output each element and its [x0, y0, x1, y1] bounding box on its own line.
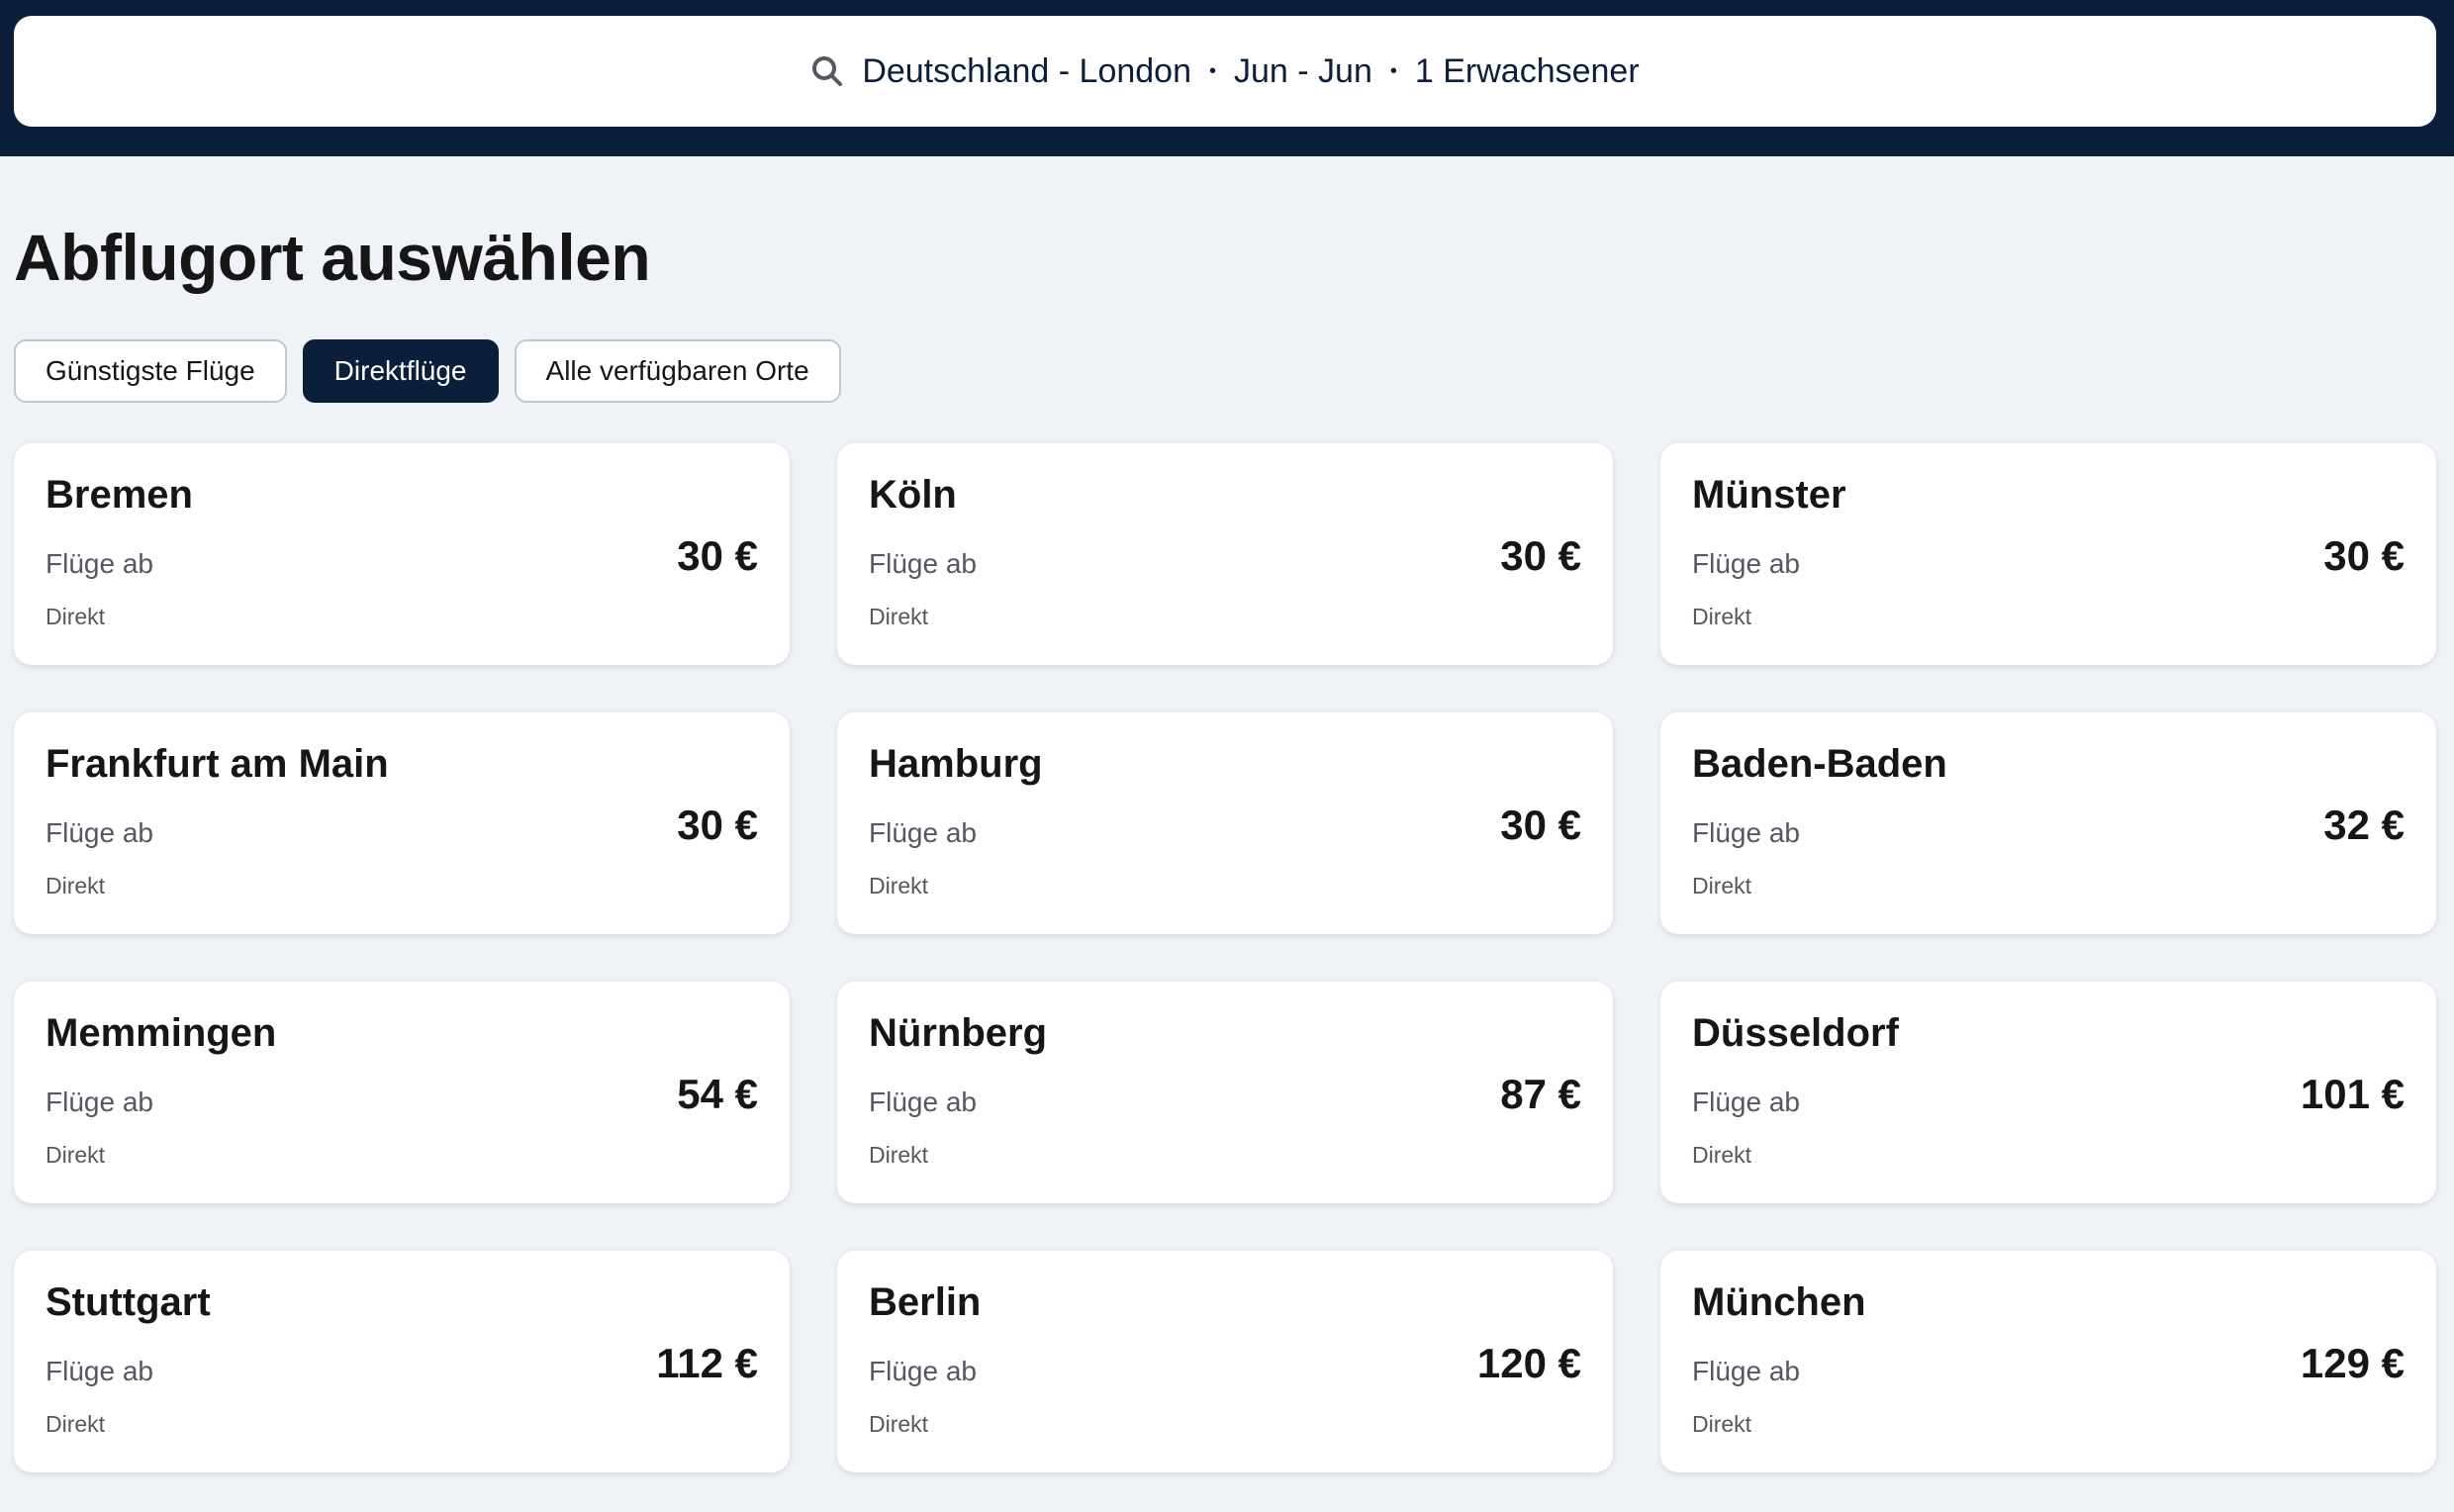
card-city: Düsseldorf	[1692, 1011, 1899, 1055]
departure-card-muenster[interactable]: Münster Flüge ab Direkt 30 €	[1660, 443, 2436, 665]
card-price: 32 €	[2323, 802, 2405, 848]
card-city: Bremen	[46, 473, 193, 517]
card-stops: Direkt	[46, 1411, 106, 1437]
separator-dot: •	[1389, 59, 1397, 82]
card-city: Stuttgart	[46, 1280, 211, 1324]
departure-card-memmingen[interactable]: Memmingen Flüge ab Direkt 54 €	[14, 982, 790, 1203]
card-from-label: Flüge ab	[46, 1087, 153, 1117]
separator-dot: •	[1209, 59, 1217, 82]
card-price: 30 €	[2323, 532, 2405, 579]
card-stops: Direkt	[1692, 604, 1752, 629]
card-city: München	[1692, 1280, 1866, 1324]
card-from-label: Flüge ab	[46, 548, 153, 579]
card-stops: Direkt	[46, 604, 106, 629]
card-from-label: Flüge ab	[1692, 1087, 1800, 1117]
search-route: Deutschland - London	[862, 51, 1191, 90]
card-price: 54 €	[677, 1071, 758, 1117]
departure-card-duesseldorf[interactable]: Düsseldorf Flüge ab Direkt 101 €	[1660, 982, 2436, 1203]
page-title: Abflugort auswählen	[14, 221, 651, 294]
filter-direct-flights[interactable]: Direktflüge	[302, 339, 499, 403]
card-stops: Direkt	[1692, 1142, 1752, 1168]
departure-card-nuernberg[interactable]: Nürnberg Flüge ab Direkt 87 €	[837, 982, 1613, 1203]
card-price: 120 €	[1476, 1340, 1581, 1386]
card-price: 129 €	[2300, 1340, 2405, 1386]
card-stops: Direkt	[869, 604, 929, 629]
card-city: Köln	[869, 473, 957, 517]
card-from-label: Flüge ab	[1692, 817, 1800, 848]
card-from-label: Flüge ab	[1692, 1356, 1800, 1386]
departure-card-baden-baden[interactable]: Baden-Baden Flüge ab Direkt 32 €	[1660, 712, 2436, 934]
card-price: 101 €	[2300, 1071, 2405, 1117]
card-city: Frankfurt am Main	[46, 742, 389, 786]
card-price: 30 €	[1500, 532, 1581, 579]
card-price: 30 €	[677, 802, 758, 848]
card-price: 112 €	[656, 1340, 758, 1386]
card-city: Nürnberg	[869, 1011, 1047, 1055]
search-dates: Jun - Jun	[1234, 51, 1372, 90]
card-city: Münster	[1692, 473, 1846, 517]
card-stops: Direkt	[46, 1142, 106, 1168]
departure-card-muenchen[interactable]: München Flüge ab Direkt 129 €	[1660, 1251, 2436, 1472]
card-stops: Direkt	[869, 1142, 929, 1168]
card-price: 87 €	[1500, 1071, 1581, 1117]
filter-all-locations[interactable]: Alle verfügbaren Orte	[514, 339, 841, 403]
card-from-label: Flüge ab	[46, 817, 153, 848]
card-stops: Direkt	[1692, 873, 1752, 898]
card-from-label: Flüge ab	[1692, 548, 1800, 579]
filter-cheapest-flights[interactable]: Günstigste Flüge	[14, 339, 287, 403]
departure-card-stuttgart[interactable]: Stuttgart Flüge ab Direkt 112 €	[14, 1251, 790, 1472]
departure-grid: Bremen Flüge ab Direkt 30 € Köln Flüge a…	[14, 443, 2436, 1472]
search-passengers: 1 Erwachsener	[1414, 51, 1640, 90]
card-stops: Direkt	[869, 873, 929, 898]
card-city: Hamburg	[869, 742, 1043, 786]
card-stops: Direkt	[46, 873, 106, 898]
top-header: Deutschland - London • Jun - Jun • 1 Erw…	[0, 0, 2454, 156]
card-price: 30 €	[677, 532, 758, 579]
card-from-label: Flüge ab	[46, 1356, 153, 1386]
card-stops: Direkt	[869, 1411, 929, 1437]
card-from-label: Flüge ab	[869, 817, 977, 848]
card-stops: Direkt	[1692, 1411, 1752, 1437]
departure-card-berlin[interactable]: Berlin Flüge ab Direkt 120 €	[837, 1251, 1613, 1472]
card-city: Berlin	[869, 1280, 982, 1324]
departure-card-bremen[interactable]: Bremen Flüge ab Direkt 30 €	[14, 443, 790, 665]
departure-card-hamburg[interactable]: Hamburg Flüge ab Direkt 30 €	[837, 712, 1613, 934]
filter-chips: Günstigste Flüge Direktflüge Alle verfüg…	[14, 339, 841, 403]
departure-card-frankfurt[interactable]: Frankfurt am Main Flüge ab Direkt 30 €	[14, 712, 790, 934]
card-city: Memmingen	[46, 1011, 277, 1055]
search-summary-bar[interactable]: Deutschland - London • Jun - Jun • 1 Erw…	[14, 16, 2436, 127]
search-icon	[810, 54, 844, 88]
card-from-label: Flüge ab	[869, 548, 977, 579]
card-price: 30 €	[1500, 802, 1581, 848]
card-from-label: Flüge ab	[869, 1087, 977, 1117]
card-from-label: Flüge ab	[869, 1356, 977, 1386]
departure-card-koeln[interactable]: Köln Flüge ab Direkt 30 €	[837, 443, 1613, 665]
card-city: Baden-Baden	[1692, 742, 1947, 786]
